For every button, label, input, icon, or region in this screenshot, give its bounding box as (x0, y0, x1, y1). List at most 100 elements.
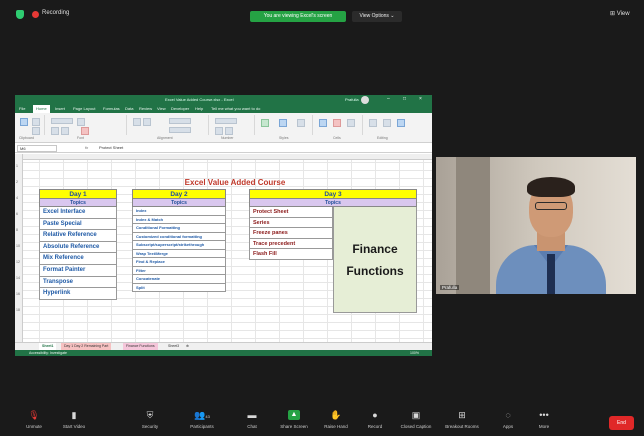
sheet-tab-sheet3[interactable]: Sheet3 (165, 343, 182, 350)
ribbon-toolbar: Clipboard Font Alignment Number Styles C… (15, 113, 432, 143)
font-size-select[interactable] (77, 118, 85, 126)
day2-column: Day 2 Topics Index Index & Match Conditi… (132, 189, 226, 292)
tell-me-search[interactable]: Tell me what you want to do (211, 106, 260, 111)
ribbon-tab-review[interactable]: Review (139, 106, 152, 111)
start-video-button[interactable]: ▮ Start Video (52, 410, 96, 429)
conditional-formatting-icon[interactable] (261, 119, 269, 127)
percent-icon[interactable] (225, 127, 233, 135)
day1-topic[interactable]: Excel Interface (39, 207, 117, 219)
ribbon-tab-file[interactable]: File (19, 106, 25, 111)
day1-topic[interactable]: Hyperlink (39, 288, 117, 300)
sheet-tab-day1-day2[interactable]: Day 1 Day 2 Remaining Part (61, 343, 112, 350)
align-middle-icon[interactable] (143, 118, 151, 126)
end-meeting-button[interactable]: End (609, 416, 634, 430)
wrap-text-button[interactable] (169, 118, 191, 124)
day3-topic[interactable]: Trace precedent (249, 238, 333, 250)
user-avatar[interactable] (361, 96, 369, 104)
align-top-icon[interactable] (133, 118, 141, 126)
day3-topic[interactable]: Series (249, 217, 333, 229)
chat-button[interactable]: ▬ Chat (230, 410, 274, 429)
day2-topic[interactable]: Split (132, 283, 226, 292)
column-headers (15, 154, 432, 160)
ribbon-group-number (211, 115, 255, 135)
name-box[interactable]: M6 (17, 145, 57, 152)
day2-topic[interactable]: Conditional Formatting (132, 224, 226, 233)
raise-hand-button[interactable]: ✋ Raise Hand (314, 410, 358, 429)
sheet-tab-sheet1[interactable]: Sheet1 (39, 343, 57, 350)
maximize-icon[interactable]: □ (403, 96, 406, 102)
close-icon[interactable]: × (419, 96, 422, 102)
finance-functions-cell[interactable]: Finance Functions (333, 207, 417, 313)
currency-icon[interactable] (215, 127, 223, 135)
find-select-icon[interactable] (397, 119, 405, 127)
closed-caption-button[interactable]: ▣ Closed Caption (394, 410, 438, 429)
ribbon-tab-home[interactable]: Home (33, 105, 50, 113)
security-button[interactable]: ⛨ Security (128, 410, 172, 429)
day3-topic[interactable]: Freeze panes (249, 228, 333, 239)
day2-topic[interactable]: Filter (132, 266, 226, 275)
ribbon-tab-page-layout[interactable]: Page Layout (73, 106, 95, 111)
apps-icon: ◌ (505, 410, 511, 420)
bold-icon[interactable] (51, 127, 59, 135)
day3-topic[interactable]: Flash Fill (249, 249, 333, 260)
chat-icon: ▬ (247, 410, 257, 420)
function-icon[interactable]: fx (85, 145, 88, 150)
day2-topic[interactable]: Customized conditional formatting (132, 232, 226, 241)
font-name-select[interactable] (51, 118, 73, 124)
spreadsheet-grid[interactable]: 12 46 8 10 12 14 16 18 Excel Value Added Co… (15, 154, 432, 342)
sort-filter-icon[interactable] (383, 119, 391, 127)
copy-icon[interactable] (32, 127, 40, 135)
number-format-select[interactable] (215, 118, 237, 124)
day2-topic[interactable]: Index & Match (132, 215, 226, 224)
accessibility-status[interactable]: Accessibility: Investigate (29, 350, 67, 356)
format-as-table-icon[interactable] (279, 119, 287, 127)
delete-cells-icon[interactable] (333, 119, 341, 127)
recording-label[interactable]: Recording (42, 10, 69, 16)
italic-icon[interactable] (61, 127, 69, 135)
record-button[interactable]: ● Record (353, 410, 397, 429)
minimize-icon[interactable]: – (387, 96, 390, 102)
day1-topic[interactable]: Paste Special (39, 218, 117, 231)
insert-cells-icon[interactable] (319, 119, 327, 127)
autosum-icon[interactable] (369, 119, 377, 127)
more-button[interactable]: ••• More (522, 410, 566, 429)
font-color-icon[interactable] (81, 127, 89, 135)
day2-topic[interactable]: Index (132, 207, 226, 216)
zoom-level[interactable]: 100% (410, 350, 419, 356)
formula-input[interactable]: Protect Sheet (99, 145, 123, 150)
day2-topic[interactable]: Concatenate (132, 275, 226, 284)
format-cells-icon[interactable] (347, 119, 355, 127)
view-options-button[interactable]: View Options ⌄ (352, 11, 402, 22)
day1-topic[interactable]: Format Painter (39, 264, 117, 277)
sheet-tab-finance[interactable]: Finance Functions (123, 343, 158, 350)
ribbon-tab-help[interactable]: Help (195, 106, 203, 111)
paste-icon[interactable] (20, 118, 28, 126)
day1-topic[interactable]: Transpose (39, 276, 117, 289)
day1-column: Day 1 Topics Excel Interface Paste Speci… (39, 189, 117, 300)
ribbon-tab-insert[interactable]: Insert (55, 106, 65, 111)
day3-topic[interactable]: Protect Sheet (249, 207, 333, 218)
participants-button[interactable]: 👥43 Participants (180, 410, 224, 429)
cut-icon[interactable] (32, 118, 40, 126)
merge-center-button[interactable] (169, 127, 191, 133)
unmute-button[interactable]: 🎙 Unmute (12, 410, 56, 429)
ribbon-tab-data[interactable]: Data (125, 106, 133, 111)
ribbon-group-label: Styles (279, 136, 289, 140)
ribbon-tab-formulas[interactable]: Formulas (103, 106, 120, 111)
add-sheet-icon[interactable]: ⊕ (183, 343, 192, 350)
day1-topic[interactable]: Relative Reference (39, 230, 117, 242)
ribbon-tab-developer[interactable]: Developer (171, 106, 189, 111)
ribbon-tab-view[interactable]: View (157, 106, 166, 111)
share-screen-button[interactable]: ▲ Share Screen (272, 410, 316, 429)
day2-topic[interactable]: Find & Replace (132, 258, 226, 267)
view-button[interactable]: ⊞ View (610, 10, 630, 17)
meeting-top-bar: Recording You are viewing Excel's screen… (0, 0, 644, 30)
day1-topic[interactable]: Mix Reference (39, 253, 117, 265)
breakout-rooms-button[interactable]: ⊞ Breakout Rooms (440, 410, 484, 429)
day2-topic[interactable]: Wrap Text/Merge (132, 249, 226, 258)
day2-topic[interactable]: Subscript/superscript/strikethrough (132, 241, 226, 250)
shield-icon[interactable] (16, 10, 24, 19)
day1-topic[interactable]: Absolute Reference (39, 241, 117, 254)
participant-video-tile[interactable]: Prafulla (436, 157, 636, 294)
cell-styles-icon[interactable] (297, 119, 305, 127)
